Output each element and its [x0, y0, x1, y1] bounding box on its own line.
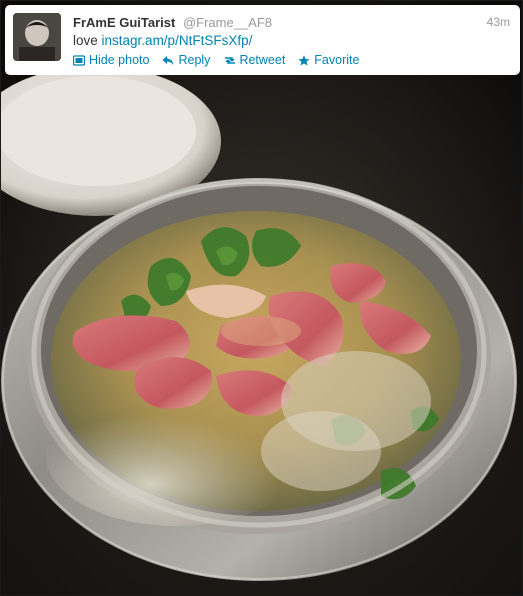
hide-photo-label: Hide photo — [89, 53, 150, 67]
tweet-link[interactable]: instagr.am/p/NtFtSFsXfp/ — [102, 33, 253, 48]
tweet-photo[interactable] — [1, 1, 522, 595]
favorite-button[interactable]: Favorite — [298, 53, 359, 67]
tweet-card: FrAmE GuiTarist @Frame__AF8 43m love ins… — [5, 5, 520, 75]
favorite-label: Favorite — [314, 53, 360, 67]
tweet-media-view: FrAmE GuiTarist @Frame__AF8 43m love ins… — [0, 0, 523, 596]
tweet-timestamp[interactable]: 43m — [487, 15, 510, 29]
avatar-image — [13, 13, 61, 61]
retweet-label: Retweet — [239, 53, 286, 67]
retweet-button[interactable]: Retweet — [223, 53, 285, 67]
reply-icon — [162, 55, 174, 66]
star-icon — [298, 54, 310, 66]
hide-photo-button[interactable]: Hide photo — [72, 53, 150, 67]
tweet-text-prefix: love — [73, 33, 102, 48]
photo-icon — [72, 54, 86, 66]
reply-label: Reply — [178, 53, 211, 67]
tweet-author[interactable]: FrAmE GuiTarist @Frame__AF8 — [73, 15, 272, 30]
retweet-icon — [223, 55, 236, 66]
tweet-text: love instagr.am/p/NtFtSFsXfp/ — [73, 33, 252, 48]
reply-button[interactable]: Reply — [162, 53, 210, 67]
tweet-actions: Hide photo Reply Retweet Favorite — [72, 53, 359, 67]
author-fullname[interactable]: FrAmE GuiTarist — [73, 15, 175, 30]
author-screen-name[interactable]: @Frame__AF8 — [183, 15, 272, 30]
avatar[interactable] — [13, 13, 61, 61]
